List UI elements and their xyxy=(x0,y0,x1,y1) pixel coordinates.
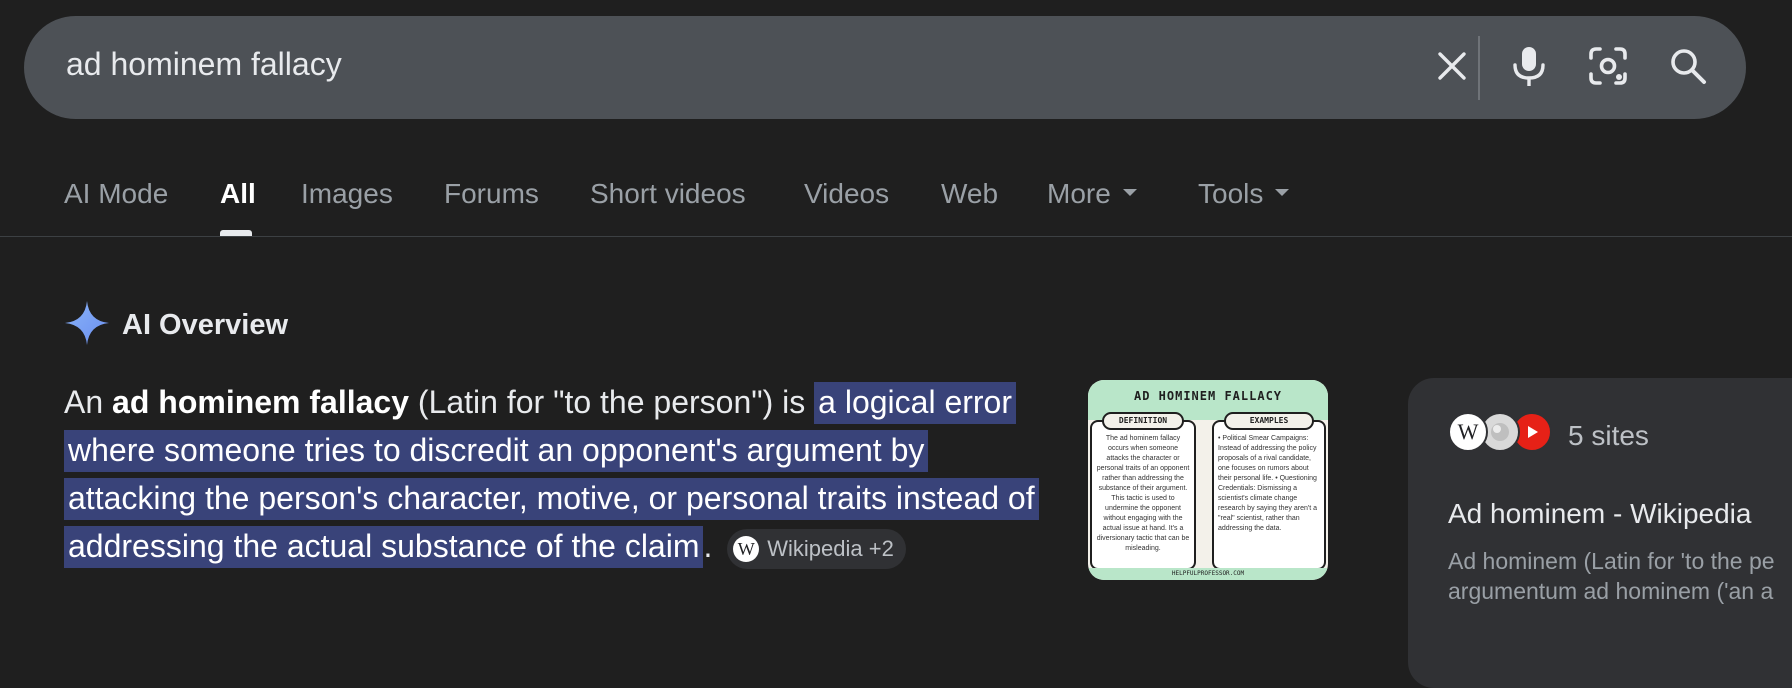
chevron-down-icon xyxy=(1122,189,1137,197)
tab-short-videos[interactable]: Short videos xyxy=(590,178,746,210)
thumbnail-definition-label: DEFINITION xyxy=(1102,412,1184,430)
thumbnail-examples-label: EXAMPLES xyxy=(1224,412,1314,430)
close-icon xyxy=(1436,50,1468,87)
tab-tools-label: Tools xyxy=(1198,178,1264,209)
ai-overview-title: AI Overview xyxy=(122,309,289,341)
tab-forums[interactable]: Forums xyxy=(444,178,539,210)
tab-videos[interactable]: Videos xyxy=(804,178,889,210)
search-bar[interactable]: ad hominem fallacy xyxy=(24,16,1746,119)
sources-card[interactable]: W 5 sites Ad hominem - Wikipedia Ad homi… xyxy=(1408,378,1792,688)
source-snippet-line: argumentum ad hominem ('an a xyxy=(1448,578,1774,604)
overview-text-part: An xyxy=(64,384,113,420)
tab-images[interactable]: Images xyxy=(301,178,393,210)
search-input[interactable]: ad hominem fallacy xyxy=(66,46,342,83)
tab-ai-mode[interactable]: AI Mode xyxy=(64,178,168,210)
search-tabs: AI Mode All Images Forums Short videos V… xyxy=(64,166,1764,236)
sources-count[interactable]: 5 sites xyxy=(1568,420,1649,452)
thumbnail-footer: HELPFULPROFESSOR.COM xyxy=(1088,568,1328,580)
thumbnail-examples-column: EXAMPLES • Political Smear Campaigns: In… xyxy=(1212,412,1326,570)
thumbnail-examples-body: • Political Smear Campaigns: Instead of … xyxy=(1218,435,1318,532)
tab-more[interactable]: More xyxy=(1047,178,1137,210)
citation-chip[interactable]: W Wikipedia +2 xyxy=(727,528,906,569)
lens-icon xyxy=(1588,46,1628,91)
search-divider xyxy=(1478,36,1480,100)
source-snippet-line: Ad hominem (Latin for 'to the pe xyxy=(1448,548,1775,574)
overview-text-part: (Latin for "to the person") is xyxy=(409,384,815,420)
tab-web[interactable]: Web xyxy=(941,178,998,210)
voice-search-button[interactable] xyxy=(1503,42,1555,94)
thumbnail-definition-body: The ad hominem fallacy occurs when someo… xyxy=(1096,435,1190,552)
lens-search-button[interactable] xyxy=(1582,42,1634,94)
search-icon xyxy=(1669,47,1707,90)
search-button[interactable] xyxy=(1662,42,1714,94)
ai-overview-header: AI Overview xyxy=(64,300,288,351)
tab-more-label: More xyxy=(1047,178,1111,209)
source-favicons: W xyxy=(1448,412,1558,454)
source-snippet: Ad hominem (Latin for 'to the pe argumen… xyxy=(1448,546,1792,606)
wikipedia-icon: W xyxy=(733,535,760,562)
thumbnail-title: AD HOMINEM FALLACY xyxy=(1133,389,1283,403)
tabs-divider xyxy=(0,236,1792,237)
overview-text-part: . xyxy=(703,528,713,564)
overview-thumbnail[interactable]: AD HOMINEM FALLACY DEFINITION The ad hom… xyxy=(1088,380,1328,580)
overview-bold-term: ad hominem fallacy xyxy=(112,384,410,420)
microphone-icon xyxy=(1511,45,1547,92)
source-title-link[interactable]: Ad hominem - Wikipedia xyxy=(1448,498,1751,530)
tab-all[interactable]: All xyxy=(220,178,256,210)
tab-tools[interactable]: Tools xyxy=(1198,178,1290,210)
chevron-down-icon xyxy=(1275,189,1290,197)
clear-button[interactable] xyxy=(1426,42,1478,94)
ai-sparkle-icon xyxy=(64,300,110,351)
wikipedia-icon: W xyxy=(1448,412,1488,452)
ai-overview-text: An ad hominem fallacy (Latin for "to the… xyxy=(64,378,1054,570)
citation-label: Wikipedia +2 xyxy=(767,535,894,561)
thumbnail-definition-column: DEFINITION The ad hominem fallacy occurs… xyxy=(1090,412,1196,570)
